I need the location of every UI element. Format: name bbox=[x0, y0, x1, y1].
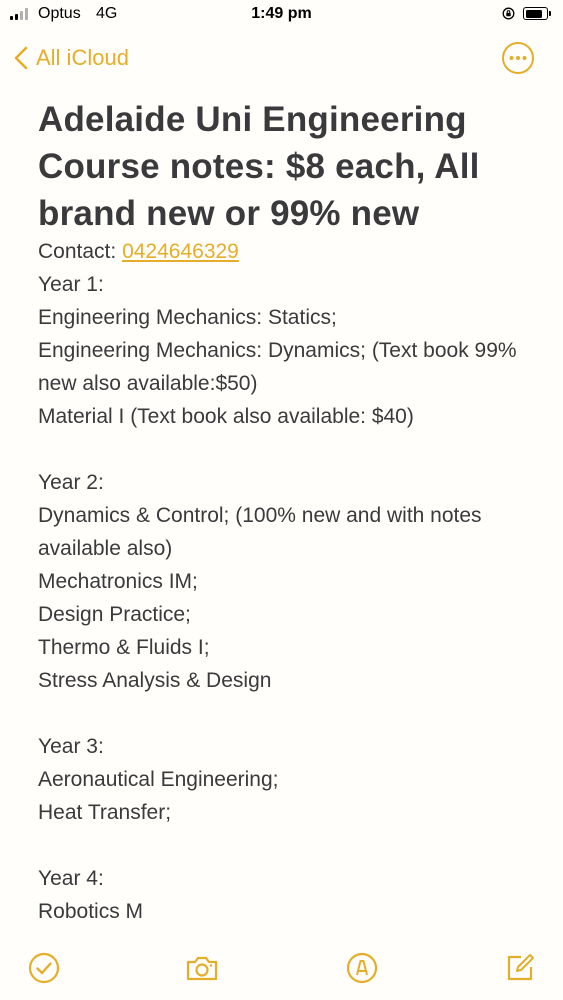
note-line-year-4: Year 4: bbox=[38, 867, 104, 890]
battery-icon bbox=[523, 7, 548, 20]
note-line: Robotics M bbox=[38, 900, 144, 923]
status-bar: Optus 4G 1:49 pm bbox=[0, 0, 563, 30]
compose-icon[interactable] bbox=[502, 950, 538, 986]
note-line: Engineering Mechanics: Dynamics; (Text b… bbox=[38, 339, 517, 395]
note-line: Aeronautical Engineering; bbox=[38, 768, 279, 791]
status-time: 1:49 pm bbox=[251, 5, 312, 22]
note-line-year-2: Year 2: bbox=[38, 471, 104, 494]
more-options-icon[interactable] bbox=[501, 41, 535, 75]
phone-number-link[interactable]: 0424646329 bbox=[122, 240, 239, 263]
note-body[interactable]: Adelaide Uni Engineering Course notes: $… bbox=[38, 96, 538, 928]
contact-label: Contact: bbox=[38, 240, 117, 263]
note-line-year-3: Year 3: bbox=[38, 735, 104, 758]
note-line: Stress Analysis & Design bbox=[38, 669, 272, 692]
bottom-toolbar bbox=[0, 948, 563, 992]
camera-icon[interactable] bbox=[184, 950, 220, 986]
chevron-left-icon bbox=[14, 46, 28, 70]
note-title: Adelaide Uni Engineering Course notes: $… bbox=[38, 100, 480, 233]
note-line: Design Practice; bbox=[38, 603, 191, 626]
back-button-label: All iCloud bbox=[36, 45, 129, 70]
battery-tip bbox=[549, 11, 551, 16]
note-line-year-1: Year 1: bbox=[38, 273, 104, 296]
navigation-bar: All iCloud bbox=[0, 36, 563, 80]
checklist-icon[interactable] bbox=[26, 950, 62, 986]
markup-icon[interactable] bbox=[344, 950, 380, 986]
note-line: Dynamics & Control; (100% new and with n… bbox=[38, 504, 482, 560]
note-line: Thermo & Fluids I; bbox=[38, 636, 210, 659]
note-line: Material I (Text book also available: $4… bbox=[38, 405, 414, 428]
contact-line: Contact: 0424646329 bbox=[38, 235, 538, 268]
rotation-lock-icon bbox=[502, 7, 515, 20]
note-line: Engineering Mechanics: Statics; bbox=[38, 306, 337, 329]
back-button[interactable]: All iCloud bbox=[14, 40, 129, 76]
note-line: Heat Transfer; bbox=[38, 801, 172, 824]
note-line: Mechatronics IM; bbox=[38, 570, 198, 593]
